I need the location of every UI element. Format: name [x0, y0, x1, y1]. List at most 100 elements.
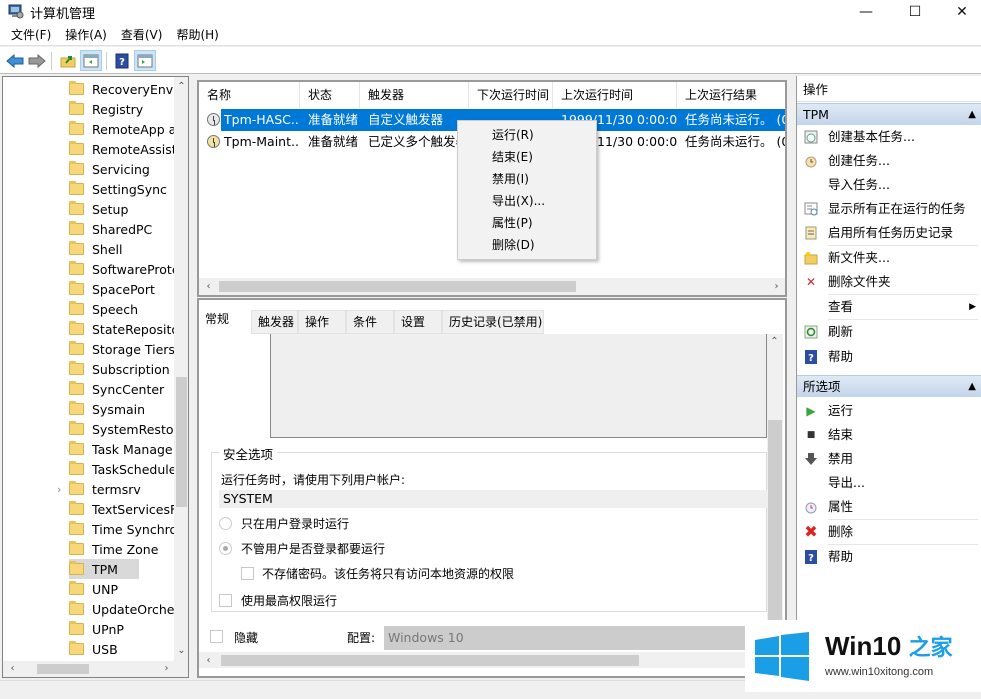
tab-triggers[interactable]: 触发器 [251, 310, 298, 334]
collapse-icon[interactable]: ▲ [968, 104, 976, 126]
action-end[interactable]: ■ 结束 [797, 423, 981, 447]
tree-item[interactable]: UpdateOrches [69, 599, 175, 619]
collapse-icon[interactable]: ▲ [968, 376, 976, 398]
tab-settings[interactable]: 设置 [394, 310, 442, 334]
tab-conditions[interactable]: 条件 [346, 310, 394, 334]
scroll-left-icon[interactable]: ‹ [5, 661, 20, 676]
action-enable-all-history[interactable]: 启用所有任务历史记录 [797, 221, 981, 245]
tree-item[interactable]: TextServicesFr [69, 499, 175, 519]
scroll-left-icon[interactable]: ‹ [201, 279, 216, 294]
action-display-running-tasks[interactable]: 显示所有正在运行的任务 [797, 197, 981, 221]
back-button[interactable] [4, 50, 26, 71]
action-help-selected[interactable]: ? 帮助 [797, 545, 981, 569]
action-properties[interactable]: 属性 [797, 495, 981, 519]
scroll-right-icon[interactable]: › [159, 661, 174, 676]
show-hide-tree-button[interactable] [80, 50, 102, 71]
column-header-status[interactable]: 状态 [300, 82, 360, 108]
context-menu-properties[interactable]: 属性(P) [492, 212, 533, 234]
column-header-last-run[interactable]: 上次运行时间 [553, 82, 677, 108]
tree-item[interactable]: RecoveryEnvir [69, 79, 175, 99]
actions-section-tpm[interactable]: TPM ▲ [797, 103, 981, 125]
column-header-last-result[interactable]: 上次运行结果 [677, 82, 785, 108]
checkbox-highest-privileges[interactable] [219, 594, 232, 607]
tree-horizontal-scrollbar[interactable]: ‹ › [3, 661, 188, 677]
tree-item[interactable]: TaskSchedule [69, 459, 175, 479]
tree-item[interactable]: SpacePort [69, 279, 175, 299]
tree-item[interactable]: RemoteAssista [69, 139, 175, 159]
menu-view[interactable]: 查看(V) [114, 24, 170, 46]
list-horizontal-scrollbar[interactable]: ‹ › [199, 278, 785, 295]
tree-item[interactable]: Storage Tiers [69, 339, 175, 359]
tab-actions[interactable]: 操作 [298, 310, 346, 334]
action-create-task[interactable]: 创建任务... [797, 149, 981, 173]
menu-action[interactable]: 操作(A) [58, 24, 114, 46]
tree-item[interactable]: TPM [69, 559, 139, 579]
action-delete[interactable]: ✖ 删除 [797, 520, 981, 544]
scrollbar-thumb[interactable] [219, 281, 576, 292]
radio-run-whether-logged-on[interactable] [219, 542, 232, 555]
maximize-button[interactable]: ☐ [892, 0, 938, 24]
scrollbar-thumb[interactable] [37, 664, 89, 674]
tree-item[interactable]: RemoteApp a [69, 119, 175, 139]
menu-file[interactable]: 文件(F) [4, 24, 58, 46]
help-button[interactable]: ? [111, 50, 133, 71]
description-textbox[interactable] [270, 334, 767, 438]
tree-item[interactable]: Speech [69, 299, 175, 319]
action-delete-folder[interactable]: ✕ 删除文件夹 [797, 270, 981, 294]
tree-item[interactable]: Subscription [69, 359, 175, 379]
detail-vertical-scrollbar[interactable]: ⌃ [767, 334, 783, 624]
context-menu-export[interactable]: 导出(X)... [492, 190, 545, 212]
forward-button[interactable] [26, 50, 48, 71]
tree-item[interactable]: Registry [69, 99, 175, 119]
action-new-folder[interactable]: 新文件夹... [797, 246, 981, 270]
tree-item[interactable]: Time Zone [69, 539, 175, 559]
tab-history[interactable]: 历史记录(已禁用) [442, 310, 544, 334]
tree-item[interactable]: USB [69, 639, 175, 659]
detail-horizontal-scrollbar[interactable]: ‹ [199, 652, 749, 668]
action-run[interactable]: ▶ 运行 [797, 399, 981, 423]
expand-icon[interactable]: › [57, 479, 67, 499]
scroll-left-icon[interactable]: ‹ [201, 653, 216, 668]
checkbox-hidden[interactable] [210, 630, 223, 643]
tree-item[interactable]: SyncCenter [69, 379, 175, 399]
context-menu-disable[interactable]: 禁用(I) [492, 168, 529, 190]
up-level-button[interactable] [57, 50, 79, 71]
tree-item[interactable]: Shell [69, 239, 175, 259]
action-export[interactable]: 导出... [797, 471, 981, 495]
configure-for-select[interactable]: Windows 10 [384, 626, 748, 650]
action-help[interactable]: ? 帮助 [797, 345, 981, 369]
tree-item[interactable]: SoftwareProte [69, 259, 175, 279]
scroll-up-icon[interactable]: ⌃ [767, 334, 782, 349]
tree-item[interactable]: Sysmain [69, 399, 175, 419]
actions-section-selected-item[interactable]: 所选项 ▲ [797, 375, 981, 397]
context-menu-end[interactable]: 结束(E) [492, 146, 533, 168]
tree-item[interactable]: Servicing [69, 159, 175, 179]
tree-item[interactable]: Task Manage [69, 439, 175, 459]
tree-item[interactable]: termsrv [69, 479, 175, 499]
column-header-next-run[interactable]: 下次运行时间 [469, 82, 553, 108]
menu-help[interactable]: 帮助(H) [169, 24, 225, 46]
tree-item[interactable]: Time Synchroi [69, 519, 175, 539]
scrollbar-thumb[interactable] [221, 655, 639, 666]
action-disable[interactable]: 禁用 [797, 447, 981, 471]
tree-item[interactable]: SystemRestor [69, 419, 175, 439]
tree-item[interactable]: SharedPC [69, 219, 175, 239]
context-menu-run[interactable]: 运行(R) [492, 124, 534, 146]
minimize-button[interactable]: — [843, 0, 889, 24]
tree-item[interactable]: UNP [69, 579, 175, 599]
action-create-basic-task[interactable]: 创建基本任务... [797, 125, 981, 149]
action-refresh[interactable]: 刷新 [797, 320, 981, 344]
tree-item[interactable]: SettingSync [69, 179, 175, 199]
tab-general[interactable]: 常规 [199, 308, 251, 334]
scrollbar-thumb[interactable] [768, 420, 782, 624]
tree-item[interactable]: StateReposito [69, 319, 175, 339]
radio-run-when-logged-on[interactable] [219, 517, 232, 530]
show-hide-action-pane-button[interactable] [134, 50, 156, 71]
scroll-up-icon[interactable]: ⌃ [174, 79, 188, 94]
action-import-task[interactable]: 导入任务... [797, 173, 981, 197]
scroll-right-icon[interactable]: › [769, 279, 784, 294]
action-view[interactable]: 查看 ▶ [797, 295, 981, 319]
checkbox-do-not-store-password[interactable] [241, 567, 254, 580]
column-header-name[interactable]: 名称 [199, 82, 300, 108]
tree-vertical-scrollbar[interactable]: ⌃ ⌄ [174, 77, 188, 661]
